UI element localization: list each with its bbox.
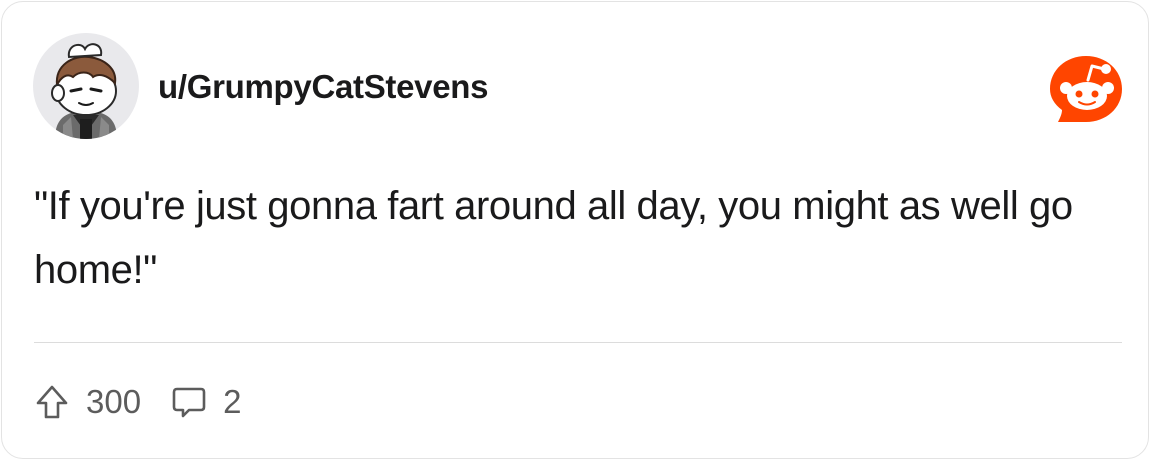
divider (34, 342, 1122, 343)
avatar[interactable] (33, 33, 139, 139)
post-body: "If you're just gonna fart around all da… (34, 184, 1073, 292)
comment-count: 2 (223, 383, 242, 420)
reddit-logo-icon[interactable] (1048, 54, 1124, 126)
upvote-arrow-icon[interactable] (34, 384, 70, 420)
comment-bubble-icon[interactable] (171, 384, 207, 420)
username[interactable]: u/GrumpyCatStevens (158, 62, 489, 112)
snoo-avatar-icon (51, 43, 117, 139)
post-actions: 300 2 (34, 380, 241, 424)
upvote-count: 300 (86, 383, 142, 420)
comments-group[interactable]: 2 (171, 383, 241, 421)
post-card[interactable]: u/GrumpyCatStevens "If you're just gonna… (1, 1, 1149, 459)
